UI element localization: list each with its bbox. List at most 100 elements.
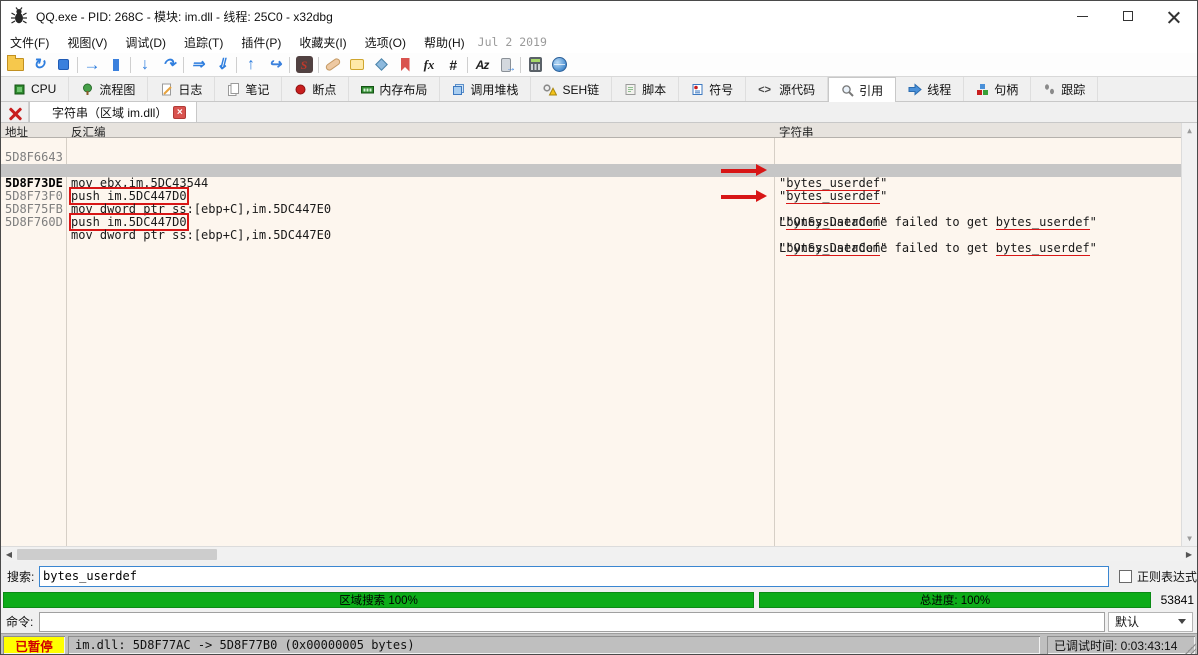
vertical-scrollbar[interactable]: ▲ ▼ — [1181, 123, 1197, 546]
tab-references[interactable]: 引用 — [828, 77, 896, 102]
patch-button[interactable] — [321, 54, 345, 76]
attach-button[interactable] — [494, 54, 518, 76]
resize-grip[interactable] — [1184, 643, 1196, 655]
region-search-progressbar: 区域搜索 100% — [3, 592, 754, 608]
build-date: Jul 2 2019 — [478, 35, 547, 49]
scroll-up-icon[interactable]: ▲ — [1182, 123, 1197, 138]
tab-cpu[interactable]: CPU — [1, 77, 69, 101]
tab-trace[interactable]: 跟踪 — [1031, 77, 1098, 101]
menu-favourites[interactable]: 收藏夹(I) — [290, 31, 355, 54]
tab-call-stack[interactable]: 调用堆栈 — [440, 77, 531, 101]
table-header: 地址 反汇编 字符串 — [1, 123, 1181, 138]
step-down-button[interactable] — [210, 54, 234, 76]
stop-button[interactable] — [51, 54, 75, 76]
status-message: im.dll: 5D8F77AC -> 5D8F77B0 (0x00000005… — [68, 636, 1040, 654]
tab-seh[interactable]: SEH链 — [531, 77, 612, 101]
comments-button[interactable] — [345, 54, 369, 76]
toolbar-separator — [467, 57, 468, 73]
regex-checkbox[interactable] — [1119, 570, 1132, 583]
restart-button[interactable] — [27, 54, 51, 76]
profile-dropdown[interactable]: 默认 — [1108, 612, 1193, 632]
table-row[interactable]: 5D8F760D mov dword ptr ss:[ebp+C],im.5DC… — [1, 203, 1181, 216]
fx-icon — [424, 58, 435, 71]
calculator-button[interactable] — [523, 54, 547, 76]
horizontal-scrollbar[interactable]: ◀ ▶ — [1, 546, 1197, 561]
execute-till-return-button[interactable] — [263, 54, 287, 76]
tab-label: 日志 — [178, 81, 202, 98]
tab-graph[interactable]: 流程图 — [69, 77, 148, 101]
pause-button[interactable] — [104, 54, 128, 76]
tab-notes[interactable]: 笔记 — [215, 77, 282, 101]
table-row[interactable]: 5D8F6A36 mov ebx,im.5DC43544 "bytes_user… — [1, 151, 1181, 164]
table-row[interactable]: 5D8F75FB push im.5DC447D0 "bytes_userdef… — [1, 190, 1181, 203]
annotation-arrow — [721, 195, 757, 199]
labels-button[interactable] — [369, 54, 393, 76]
table-row[interactable]: 5D8F73F0 mov dword ptr ss:[ebp+C],im.5DC… — [1, 177, 1181, 190]
bookmarks-button[interactable] — [393, 54, 417, 76]
tab-log[interactable]: 日志 — [148, 77, 215, 101]
toolbar-separator — [236, 57, 237, 73]
scrollbar-thumb[interactable] — [17, 549, 217, 560]
open-file-button[interactable] — [3, 54, 27, 76]
menu-view[interactable]: 视图(V) — [58, 31, 116, 54]
tab-source[interactable]: <>源代码 — [746, 77, 828, 101]
string-references-button[interactable] — [292, 54, 316, 76]
step-into-button[interactable] — [133, 54, 157, 76]
tab-label: 笔记 — [245, 81, 269, 98]
open-folder-icon — [7, 58, 24, 71]
menu-file[interactable]: 文件(F) — [1, 31, 58, 54]
step-over-button[interactable] — [157, 54, 181, 76]
tab-label: 跟踪 — [1061, 81, 1085, 98]
hash-icon — [449, 58, 457, 72]
close-button[interactable] — [1151, 1, 1197, 31]
text-case-button[interactable] — [470, 54, 494, 76]
handles-blocks-icon — [976, 83, 989, 96]
internet-button[interactable] — [547, 54, 571, 76]
subtab-close-icon[interactable] — [173, 106, 186, 119]
scroll-right-icon[interactable]: ▶ — [1181, 547, 1197, 561]
table-row[interactable]: 5D8F6643 mov ebx,im.5DC43544 "bytes_user… — [1, 138, 1181, 151]
search-input[interactable] — [39, 566, 1109, 587]
step-over-icon — [163, 57, 176, 72]
step-down-icon — [216, 57, 229, 72]
restart-icon — [33, 57, 46, 72]
label-tag-icon — [375, 58, 388, 71]
menu-help[interactable]: 帮助(H) — [415, 31, 474, 54]
menu-options[interactable]: 选项(O) — [356, 31, 415, 54]
minimize-button[interactable] — [1059, 1, 1105, 31]
menu-trace[interactable]: 追踪(T) — [175, 31, 232, 54]
run-button[interactable] — [80, 54, 104, 76]
step-out-button[interactable] — [239, 54, 263, 76]
menu-plugins[interactable]: 插件(P) — [232, 31, 290, 54]
tab-script[interactable]: 脚本 — [612, 77, 679, 101]
scroll-left-icon[interactable]: ◀ — [1, 547, 17, 561]
menu-debug[interactable]: 调试(D) — [116, 31, 175, 54]
tab-handles[interactable]: 句柄 — [964, 77, 1031, 101]
script-icon — [624, 83, 637, 96]
status-bar: 已暂停 im.dll: 5D8F77AC -> 5D8F77B0 (0x0000… — [1, 633, 1197, 655]
maximize-button[interactable] — [1105, 1, 1151, 31]
seh-chain-icon — [543, 83, 557, 96]
annotation-box: push im.5DC447D0 — [71, 215, 187, 229]
scroll-down-icon[interactable]: ▼ — [1182, 531, 1197, 546]
reference-subtab-bar: 字符串（区域 im.dll） — [1, 102, 1197, 123]
execute-till-return-icon — [269, 57, 282, 72]
command-row: 命令: 默认 — [1, 610, 1197, 633]
main-tab-bar: CPU 流程图 日志 笔记 断点 内存布局 调用堆栈 SEH链 脚本 符号 <>… — [1, 77, 1197, 102]
table-row-selected[interactable]: 5D8F73DE push im.5DC447D0 "bytes_userdef… — [1, 164, 1181, 177]
tab-symbols[interactable]: 符号 — [679, 77, 746, 101]
command-input[interactable] — [39, 612, 1105, 632]
tab-memory-map[interactable]: 内存布局 — [349, 77, 440, 101]
functions-button[interactable] — [417, 54, 441, 76]
pause-icon — [113, 59, 119, 71]
toolbar-separator — [77, 57, 78, 73]
subtab-strings-region[interactable]: 字符串（区域 im.dll） — [29, 102, 197, 122]
calculator-icon — [529, 57, 542, 72]
tab-threads[interactable]: 线程 — [896, 77, 964, 101]
tab-breakpoints[interactable]: 断点 — [282, 77, 349, 101]
maximize-icon — [1123, 11, 1133, 21]
close-all-references-button[interactable] — [1, 102, 29, 122]
run-to-cursor-button[interactable] — [186, 54, 210, 76]
hash-button[interactable] — [441, 54, 465, 76]
cpu-icon — [13, 83, 26, 96]
